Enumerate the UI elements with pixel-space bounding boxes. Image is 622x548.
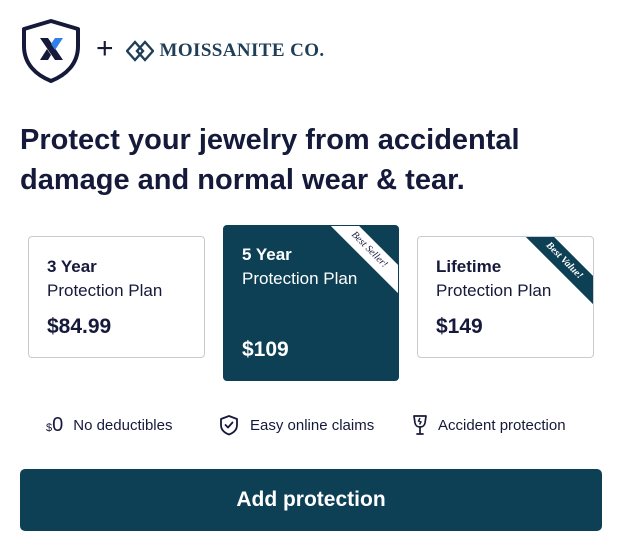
plan-card-5-year[interactable]: 5 Year Protection Plan $109 Best Seller! [223, 225, 399, 381]
partner-name: MOISSANITE CO. [159, 40, 325, 61]
partner-logo: MOISSANITE CO. [125, 40, 325, 62]
brand-header: + MOISSANITE CO. [20, 18, 325, 84]
zero-dollar-icon: $ 0 [46, 415, 63, 435]
shield-check-icon [220, 415, 238, 436]
zero-digit: 0 [52, 414, 64, 436]
feature-label: No deductibles [73, 416, 173, 434]
plan-price: $109 [242, 338, 289, 361]
plan-term: 3 Year [47, 257, 97, 276]
plan-type: Protection Plan [47, 281, 163, 300]
feature-label: Accident protection [438, 416, 566, 434]
plan-card-lifetime[interactable]: Lifetime Protection Plan $149 Best Value… [417, 236, 594, 358]
diamond-logo-icon [125, 40, 154, 62]
plan-price: $84.99 [47, 315, 112, 338]
plan-price: $149 [436, 315, 483, 338]
plus-sign: + [96, 32, 114, 65]
page-headline: Protect your jewelry from accidental dam… [20, 124, 520, 196]
plan-options: 3 Year Protection Plan $84.99 5 Year Pro… [28, 225, 594, 385]
add-protection-button[interactable]: Add protection [20, 469, 602, 531]
shield-logo-icon [22, 19, 80, 83]
plan-term: 5 Year [242, 245, 292, 264]
best-value-ribbon: Best Value! [521, 237, 593, 309]
plan-card-3-year[interactable]: 3 Year Protection Plan $84.99 [28, 236, 205, 358]
feature-list: $ 0 No deductibles Easy online claims Ac… [46, 412, 586, 438]
plan-term: Lifetime [436, 257, 502, 276]
best-seller-ribbon: Best Seller! [326, 226, 398, 298]
feature-easy-claims: Easy online claims [218, 414, 374, 436]
ribbon-label: Best Value! [521, 237, 593, 309]
broken-glass-icon [413, 415, 427, 435]
feature-no-deductibles: $ 0 No deductibles [46, 415, 172, 435]
feature-label: Easy online claims [250, 416, 375, 434]
ribbon-label: Best Seller! [326, 226, 398, 298]
feature-accident-protection: Accident protection [412, 414, 566, 436]
